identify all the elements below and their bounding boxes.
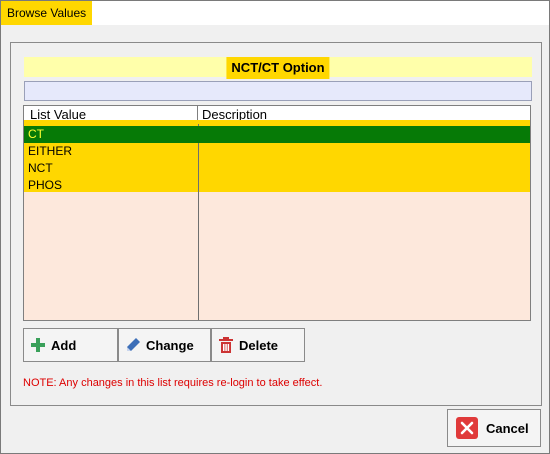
- list-value-cell: PHOS: [28, 178, 63, 192]
- cancel-button-label: Cancel: [486, 420, 529, 436]
- trash-icon: [218, 337, 234, 353]
- close-icon: [456, 417, 478, 439]
- add-button[interactable]: Add: [23, 328, 118, 362]
- list-value-cell: EITHER: [28, 144, 73, 158]
- pencil-icon: [125, 337, 141, 353]
- browse-values-window: Browse Values NCT/CT Option List Value D…: [0, 0, 550, 454]
- header-band: NCT/CT Option: [24, 57, 532, 79]
- list-value-cell: CT: [28, 127, 44, 141]
- content-frame: NCT/CT Option List Value Description CT …: [10, 42, 542, 406]
- change-button-label: Change: [146, 337, 194, 353]
- option-title: NCT/CT Option: [226, 57, 330, 79]
- add-button-label: Add: [51, 337, 77, 353]
- table-row[interactable]: CT: [24, 126, 530, 143]
- table-row[interactable]: EITHER: [24, 143, 530, 160]
- filter-bar[interactable]: [24, 81, 532, 101]
- list-value-cell: NCT: [28, 161, 53, 175]
- window-title: Browse Values: [1, 1, 93, 25]
- values-grid[interactable]: List Value Description CT EITHER NCT PHO…: [23, 105, 531, 321]
- table-row[interactable]: NCT: [24, 160, 530, 177]
- delete-button[interactable]: Delete: [211, 328, 305, 362]
- relogin-note: NOTE: Any changes in this list requires …: [23, 377, 323, 389]
- delete-button-label: Delete: [239, 337, 279, 353]
- table-row[interactable]: PHOS: [24, 177, 530, 194]
- title-bar[interactable]: Browse Values: [1, 1, 549, 25]
- change-button[interactable]: Change: [118, 328, 211, 362]
- cancel-button[interactable]: Cancel: [447, 409, 541, 447]
- plus-icon: [30, 337, 46, 353]
